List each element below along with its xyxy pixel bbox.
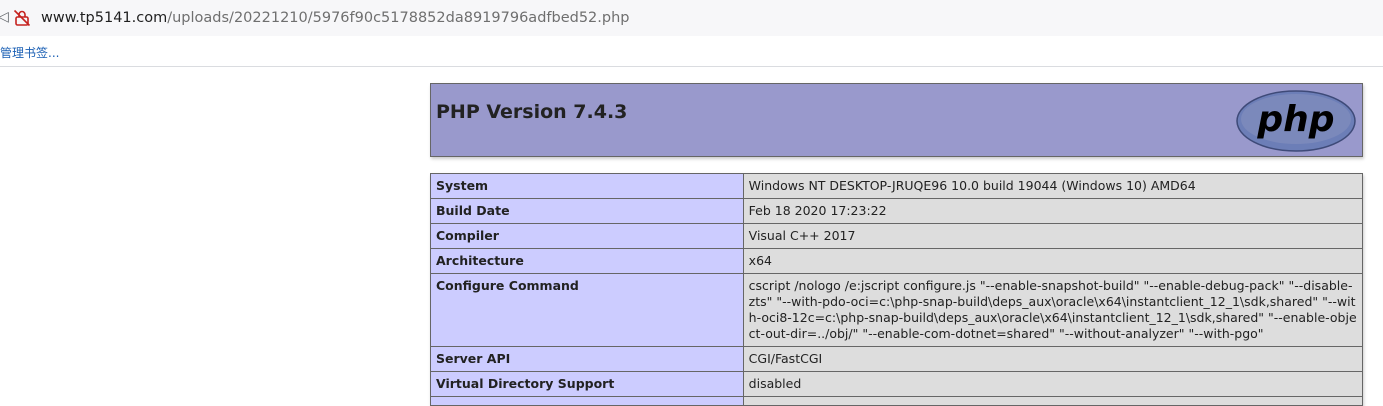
row-key xyxy=(430,396,744,406)
not-secure-lock-icon[interactable] xyxy=(13,9,31,27)
table-row: Configure Command cscript /nologo /e:jscr… xyxy=(430,273,1364,347)
php-logo: php xyxy=(1236,90,1356,152)
row-value: Windows NT DESKTOP-JRUQE96 10.0 build 19… xyxy=(742,173,1364,199)
table-row: Server API CGI/FastCGI xyxy=(430,346,1364,372)
table-row: Architecture x64 xyxy=(430,248,1364,274)
row-key: System xyxy=(430,173,744,199)
row-key: Virtual Directory Support xyxy=(430,371,744,397)
manage-bookmarks-link[interactable]: 管理书签... xyxy=(0,44,59,61)
info-table: System Windows NT DESKTOP-JRUQE96 10.0 bu… xyxy=(430,173,1364,406)
page-title: PHP Version 7.4.3 xyxy=(436,101,628,123)
phpinfo-content: PHP Version 7.4.3 php System Windows NT D… xyxy=(430,83,1364,406)
url-field[interactable]: www.tp5141.com/uploads/20221210/5976f90c… xyxy=(41,8,630,28)
row-key: Configure Command xyxy=(430,273,744,347)
svg-text:php: php xyxy=(1256,99,1334,140)
row-value: CGI/FastCGI xyxy=(742,346,1364,372)
row-value xyxy=(742,396,1364,406)
row-value: x64 xyxy=(742,248,1364,274)
table-row: Compiler Visual C++ 2017 xyxy=(430,223,1364,249)
url-host: www.tp5141.com xyxy=(41,10,168,26)
table-row: Virtual Directory Support disabled xyxy=(430,371,1364,397)
table-row: Build Date Feb 18 2020 17:23:22 xyxy=(430,198,1364,224)
row-value: Feb 18 2020 17:23:22 xyxy=(742,198,1364,224)
url-path: /uploads/20221210/5976f90c5178852da89197… xyxy=(167,10,630,26)
table-row xyxy=(430,396,1364,406)
row-value: Visual C++ 2017 xyxy=(742,223,1364,249)
row-key: Architecture xyxy=(430,248,744,274)
phpinfo-header: PHP Version 7.4.3 php xyxy=(430,83,1363,157)
back-icon[interactable]: ◁ xyxy=(0,9,9,25)
row-value: disabled xyxy=(742,371,1364,397)
row-key: Build Date xyxy=(430,198,744,224)
row-key: Compiler xyxy=(430,223,744,249)
address-bar[interactable]: ◁ www.tp5141.com/uploads/20221210/5976f9… xyxy=(0,0,1383,36)
table-row: System Windows NT DESKTOP-JRUQE96 10.0 bu… xyxy=(430,173,1364,199)
bookmarks-bar: 管理书签... xyxy=(0,36,1383,67)
row-value: cscript /nologo /e:jscript configure.js … xyxy=(742,273,1364,347)
row-key: Server API xyxy=(430,346,744,372)
